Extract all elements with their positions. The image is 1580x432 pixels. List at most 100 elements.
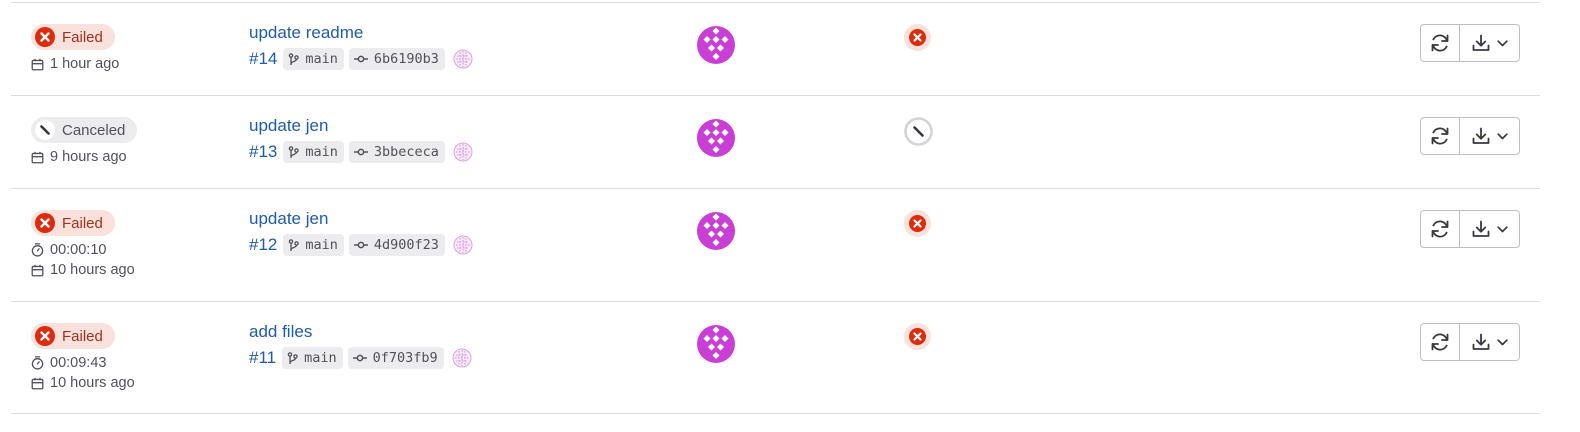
calendar-icon <box>31 151 44 163</box>
download-artifacts-button[interactable] <box>1460 25 1519 61</box>
download-artifacts-button[interactable] <box>1460 118 1519 154</box>
status-cell: Canceled 9 hours ago <box>31 117 138 165</box>
branch-ref[interactable]: main <box>283 48 344 70</box>
chevron-down-icon <box>1497 338 1508 345</box>
finished-time: 1 hour ago <box>31 56 119 72</box>
stage-canceled-icon[interactable] <box>904 117 933 146</box>
commit-ref[interactable]: 4d900f23 <box>348 234 445 256</box>
user-avatar[interactable] <box>695 323 737 365</box>
finished-label: 1 hour ago <box>50 56 120 72</box>
chevron-down-icon <box>1497 225 1508 232</box>
finished-label: 9 hours ago <box>50 149 127 165</box>
pipeline-cell: update readme #14 main 6b6190b3 <box>249 23 473 70</box>
commit-icon <box>353 55 368 63</box>
commit-icon <box>353 148 368 156</box>
finished-time: 10 hours ago <box>31 375 135 391</box>
retry-button[interactable] <box>1421 25 1460 61</box>
pipeline-id-link[interactable]: #14 <box>249 49 277 69</box>
commit-author-avatar[interactable] <box>453 142 473 162</box>
pipeline-row: Failed 00:00:10 10 hours ago update jen … <box>11 188 1540 301</box>
pipeline-id-link[interactable]: #13 <box>249 142 277 162</box>
status-label: Failed <box>62 327 103 345</box>
calendar-icon <box>31 264 44 276</box>
branch-name: main <box>304 350 337 366</box>
commit-sha: 4d900f23 <box>373 237 439 253</box>
stage-failed-icon[interactable] <box>904 24 931 51</box>
status-label: Canceled <box>62 121 126 139</box>
status-label: Failed <box>62 28 103 46</box>
commit-icon <box>352 354 367 362</box>
pipeline-cell: update jen #12 main 4d900f23 <box>249 209 473 256</box>
user-avatar[interactable] <box>695 117 737 159</box>
pipeline-title-link[interactable]: update jen <box>249 209 473 231</box>
finished-time: 10 hours ago <box>31 262 135 278</box>
retry-button[interactable] <box>1421 118 1460 154</box>
pipeline-id-link[interactable]: #11 <box>249 348 276 368</box>
retry-icon <box>1431 220 1449 238</box>
pipeline-row: Failed 1 hour ago update readme #14 main… <box>11 2 1540 95</box>
retry-button[interactable] <box>1421 324 1460 360</box>
commit-author-avatar[interactable] <box>452 348 472 368</box>
download-artifacts-button[interactable] <box>1460 324 1519 360</box>
status-cell: Failed 00:09:43 10 hours ago <box>31 323 135 391</box>
pipeline-title-link[interactable]: add files <box>249 322 472 344</box>
timer-icon <box>31 243 44 257</box>
pipeline-title-link[interactable]: update readme <box>249 23 473 45</box>
timer-icon <box>31 356 44 370</box>
branch-name: main <box>305 237 338 253</box>
pipeline-row: Canceled 9 hours ago update jen #13 main… <box>11 95 1540 188</box>
pipeline-actions <box>1420 24 1520 62</box>
pipeline-cell: update jen #13 main 3bbececa <box>249 116 473 163</box>
status-badge[interactable]: Failed <box>31 210 115 236</box>
commit-ref[interactable]: 0f703fb9 <box>347 347 444 369</box>
commit-ref[interactable]: 3bbececa <box>348 141 445 163</box>
status-failed-icon <box>35 213 55 233</box>
branch-ref[interactable]: main <box>283 234 344 256</box>
status-cell: Failed 1 hour ago <box>31 24 119 72</box>
pipeline-row: Failed 00:09:43 10 hours ago add files #… <box>11 301 1540 414</box>
pipeline-actions <box>1420 210 1520 248</box>
pipeline-cell: add files #11 main 0f703fb9 <box>249 322 472 369</box>
retry-icon <box>1431 333 1449 351</box>
branch-name: main <box>305 51 338 67</box>
status-failed-icon <box>35 27 55 47</box>
status-badge[interactable]: Failed <box>31 24 115 50</box>
user-avatar[interactable] <box>695 210 737 252</box>
download-icon <box>1472 34 1490 51</box>
pipeline-id-link[interactable]: #12 <box>249 235 277 255</box>
download-artifacts-button[interactable] <box>1460 211 1519 247</box>
retry-button[interactable] <box>1421 211 1460 247</box>
commit-author-avatar[interactable] <box>453 235 473 255</box>
pipeline-title-link[interactable]: update jen <box>249 116 473 138</box>
commit-ref[interactable]: 6b6190b3 <box>348 48 445 70</box>
branch-icon <box>289 52 300 65</box>
pipeline-actions <box>1420 323 1520 361</box>
stage-failed-icon[interactable] <box>904 210 931 237</box>
branch-icon <box>289 238 300 251</box>
download-icon <box>1472 333 1490 350</box>
duration-label: 00:00:10 <box>50 242 107 258</box>
branch-name: main <box>305 144 338 160</box>
user-avatar[interactable] <box>695 24 737 66</box>
commit-author-avatar[interactable] <box>453 49 473 69</box>
commit-icon <box>353 241 368 249</box>
pipeline-actions <box>1420 117 1520 155</box>
status-badge[interactable]: Canceled <box>31 117 138 143</box>
duration: 00:09:43 <box>31 355 135 371</box>
finished-label: 10 hours ago <box>50 262 135 278</box>
duration: 00:00:10 <box>31 242 135 258</box>
pipeline-meta: #11 main 0f703fb9 <box>249 347 472 369</box>
commit-sha: 0f703fb9 <box>372 350 438 366</box>
stage-failed-icon[interactable] <box>904 323 931 350</box>
status-canceled-icon <box>35 120 55 140</box>
commit-sha: 6b6190b3 <box>373 51 439 67</box>
calendar-icon <box>31 377 44 389</box>
branch-ref[interactable]: main <box>283 141 344 163</box>
branch-ref[interactable]: main <box>282 347 343 369</box>
retry-icon <box>1431 127 1449 145</box>
commit-sha: 3bbececa <box>373 144 439 160</box>
pipeline-meta: #12 main 4d900f23 <box>249 234 473 256</box>
branch-icon <box>289 145 300 158</box>
download-icon <box>1472 220 1490 237</box>
status-badge[interactable]: Failed <box>31 323 115 349</box>
